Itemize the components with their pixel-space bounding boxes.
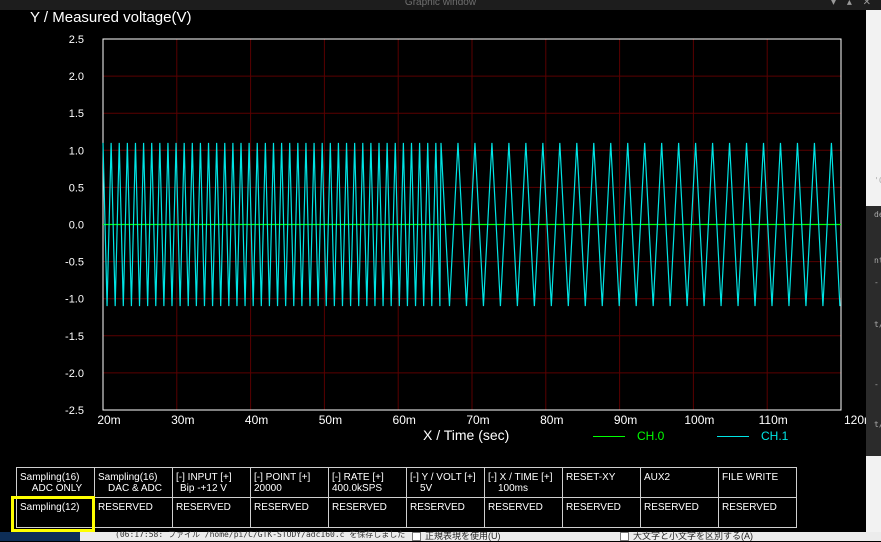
case-option-label: 大文字と小文字を区別する(A) xyxy=(633,531,753,541)
reserved-button[interactable]: RESERVED xyxy=(562,497,641,528)
case-sensitive-option[interactable]: 大文字と小文字を区別する(A) xyxy=(620,529,753,542)
edge-text: t/ xyxy=(874,420,881,429)
legend-ch0-label: CH.0 xyxy=(637,429,665,443)
x-tick-label: 30m xyxy=(171,413,194,427)
reserved-button[interactable]: RESERVED xyxy=(94,497,173,528)
button-sublabel: 400.0kSPS xyxy=(332,483,383,494)
edge-text: de xyxy=(874,210,881,219)
x-tick-label: 50m xyxy=(319,413,342,427)
y-tick-label: -1.0 xyxy=(65,294,84,306)
plot-area: 2.5 2.0 1.5 1.0 0.5 0.0 -0.5 -1.0 -1.5 -2.0 -2.5 20… xyxy=(65,34,866,427)
button-label: RESERVED xyxy=(332,502,387,513)
x-time-scale-button[interactable]: [-] X / TIME [+] 100ms xyxy=(484,467,563,498)
reserved-button[interactable]: RESERVED xyxy=(172,497,251,528)
button-sublabel: 5V xyxy=(420,483,433,494)
y-tick-label: 0.0 xyxy=(69,220,84,232)
selection-highlight xyxy=(11,496,95,532)
button-sublabel: 100ms xyxy=(498,483,529,494)
button-label: RESERVED xyxy=(722,502,777,513)
sampling16-adc-only-button[interactable]: Sampling(16) ADC ONLY xyxy=(16,467,95,498)
x-tick-label: 100m xyxy=(684,413,714,427)
control-row-2: Sampling(12) RESERVED RESERVED RESERVED … xyxy=(16,497,797,528)
sampling16-dac-adc-button[interactable]: Sampling(16) DAC & ADC xyxy=(94,467,173,498)
background-editor-panel xyxy=(0,532,80,541)
y-tick-label: -2.0 xyxy=(65,368,84,380)
button-label: FILE WRITE xyxy=(722,472,779,483)
button-label: [-] RATE [+] xyxy=(332,472,384,483)
reserved-button[interactable]: RESERVED xyxy=(640,497,719,528)
button-label: RESERVED xyxy=(488,502,543,513)
button-sublabel: DAC & ADC xyxy=(108,483,162,494)
x-tick-label: 90m xyxy=(614,413,637,427)
y-tick-label: 2.0 xyxy=(69,71,84,83)
legend-ch1-label: CH.1 xyxy=(761,429,789,443)
edge-text: - xyxy=(874,278,879,287)
reserved-button[interactable]: RESERVED xyxy=(484,497,563,528)
legend-ch1-line xyxy=(717,436,749,437)
button-label: RESERVED xyxy=(566,502,621,513)
file-write-button[interactable]: FILE WRITE xyxy=(718,467,797,498)
reserved-button[interactable]: RESERVED xyxy=(328,497,407,528)
button-label: [-] Y / VOLT [+] xyxy=(410,472,476,483)
point-count-button[interactable]: [-] POINT [+] 20000 xyxy=(250,467,329,498)
control-panel: Sampling(16) ADC ONLY Sampling(16) DAC & A… xyxy=(16,467,797,528)
x-tick-label: 110m xyxy=(759,413,788,427)
checkbox-icon[interactable] xyxy=(620,532,629,542)
edge-text: nt xyxy=(874,256,881,265)
background-editor-status: (06:17:58: ファイル /home/pi/C/GTK-STUDY/adc… xyxy=(0,529,881,542)
y-tick-label: 0.5 xyxy=(69,182,84,194)
button-sublabel: Bip -+12 V xyxy=(180,483,227,494)
button-label: Sampling(16) xyxy=(98,472,158,483)
x-tick-label: 80m xyxy=(540,413,563,427)
edge-text: t/ xyxy=(874,320,881,329)
y-tick-label: -1.5 xyxy=(65,331,84,343)
button-label: [-] POINT [+] xyxy=(254,472,311,483)
y-tick-label: 1.5 xyxy=(69,108,84,120)
x-tick-label: 40m xyxy=(245,413,268,427)
button-label: RESERVED xyxy=(176,502,231,513)
button-label: RESERVED xyxy=(254,502,309,513)
background-editor-dark-pane xyxy=(866,206,881,456)
button-label: Sampling(16) xyxy=(20,472,80,483)
button-label: RESERVED xyxy=(98,502,153,513)
y-volt-scale-button[interactable]: [-] Y / VOLT [+] 5V xyxy=(406,467,485,498)
x-tick-label: 120m xyxy=(844,413,866,427)
y-tick-label: -0.5 xyxy=(65,257,84,269)
aux2-button[interactable]: AUX2 xyxy=(640,467,719,498)
button-label: AUX2 xyxy=(644,472,671,483)
regex-option-label: 正規表現を使用(U) xyxy=(425,531,501,541)
button-label: [-] INPUT [+] xyxy=(176,472,232,483)
log-line: (06:17:58: ファイル /home/pi/C/GTK-STUDY/adc… xyxy=(115,530,406,539)
button-label: [-] X / TIME [+] xyxy=(488,472,553,483)
edge-text: - xyxy=(874,380,879,389)
x-axis-title: X / Time (sec) xyxy=(423,427,510,443)
y-tick-label: 1.0 xyxy=(69,145,84,157)
button-label: RESERVED xyxy=(644,502,699,513)
sample-rate-button[interactable]: [-] RATE [+] 400.0kSPS xyxy=(328,467,407,498)
background-editor-edge: 'C de nt - t/ - t/ xyxy=(866,10,881,532)
x-tick-label: 70m xyxy=(466,413,489,427)
input-range-button[interactable]: [-] INPUT [+] Bip -+12 V xyxy=(172,467,251,498)
y-tick-label: -2.5 xyxy=(65,405,84,417)
reserved-button[interactable]: RESERVED xyxy=(406,497,485,528)
regex-option[interactable]: 正規表現を使用(U) xyxy=(412,529,501,542)
legend-ch0-line xyxy=(593,436,625,437)
button-label: RESET-XY xyxy=(566,472,616,483)
x-tick-label: 60m xyxy=(393,413,416,427)
button-sublabel: ADC ONLY xyxy=(31,483,83,494)
reserved-button[interactable]: RESERVED xyxy=(718,497,797,528)
reset-xy-button[interactable]: RESET-XY xyxy=(562,467,641,498)
control-row-1: Sampling(16) ADC ONLY Sampling(16) DAC & A… xyxy=(16,467,797,498)
reserved-button[interactable]: RESERVED xyxy=(250,497,329,528)
button-sublabel: 20000 xyxy=(254,483,282,494)
y-tick-label: 2.5 xyxy=(69,34,84,46)
x-tick-label: 20m xyxy=(97,413,120,427)
button-label: RESERVED xyxy=(410,502,465,513)
edge-text: 'C xyxy=(874,176,881,185)
checkbox-icon[interactable] xyxy=(412,532,421,542)
